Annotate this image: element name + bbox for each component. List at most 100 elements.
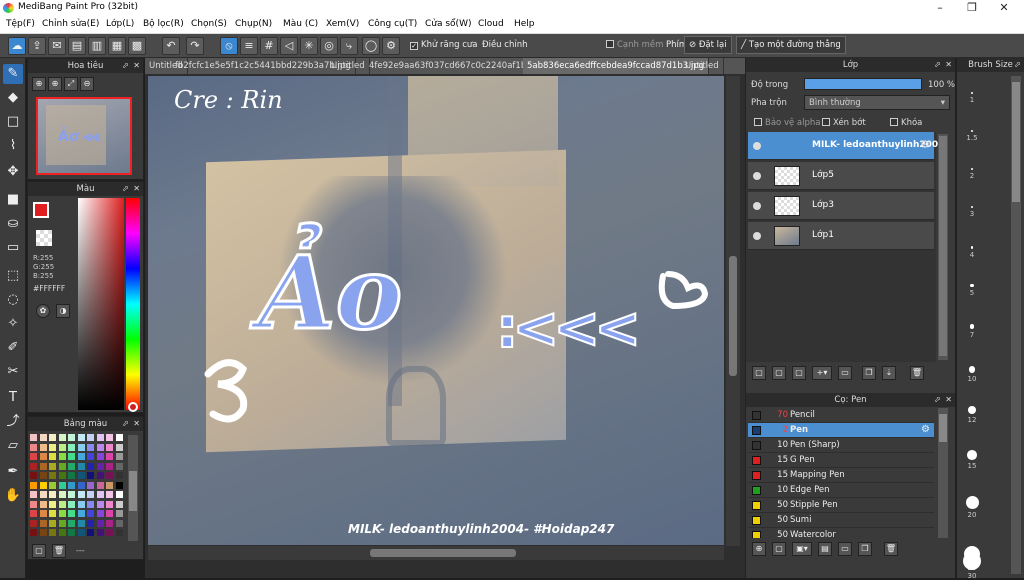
share-icon[interactable]: ⇪ bbox=[28, 37, 46, 55]
palette-add-icon[interactable]: ▢ bbox=[32, 544, 46, 558]
brush-row-g-pen[interactable]: 15 G Pen bbox=[748, 453, 934, 468]
snap-grid-icon[interactable]: # bbox=[260, 37, 278, 55]
brush-size-dot[interactable] bbox=[965, 496, 979, 509]
navigator-thumbnail[interactable]: Ảơ ⪡⪡ bbox=[36, 97, 132, 175]
palette-swatch[interactable] bbox=[58, 510, 66, 517]
brush-row-watercolor[interactable]: 50 Watercolor bbox=[748, 528, 934, 538]
brush-duplicate-icon[interactable]: ❐ bbox=[858, 542, 872, 556]
menu-color[interactable]: Màu (C) bbox=[283, 19, 318, 29]
palette-swatch[interactable] bbox=[68, 481, 75, 489]
palette-swatch[interactable] bbox=[77, 453, 85, 460]
palette-swatch[interactable] bbox=[87, 519, 94, 527]
palette-swatch[interactable] bbox=[106, 519, 113, 527]
palette-swatch[interactable] bbox=[58, 443, 66, 451]
palette-swatch[interactable] bbox=[96, 453, 104, 460]
lasso-tool-icon[interactable]: ◌ bbox=[3, 290, 23, 310]
zoom-in-icon[interactable]: ⊕ bbox=[32, 77, 46, 91]
palette-swatch[interactable] bbox=[58, 453, 66, 460]
palette-swatch[interactable] bbox=[49, 453, 56, 460]
palette-swatch[interactable] bbox=[30, 462, 37, 470]
clipping-checkbox[interactable]: Xén bớt bbox=[822, 118, 866, 128]
palette-swatch[interactable] bbox=[30, 510, 37, 517]
select-eraser-icon[interactable]: ✂ bbox=[3, 362, 23, 382]
palette-swatch[interactable] bbox=[77, 434, 85, 441]
minimize-icon[interactable]: – bbox=[924, 0, 956, 16]
palette-swatch[interactable] bbox=[39, 453, 47, 460]
menu-window[interactable]: Cửa sổ(W) bbox=[425, 19, 471, 29]
brush-size-dot[interactable] bbox=[970, 246, 974, 249]
palette-swatch[interactable] bbox=[115, 453, 123, 460]
layer-row-milk[interactable]: MILK- ledoanthuylinh2004- ⚙ bbox=[748, 132, 948, 160]
palette-swatch[interactable] bbox=[68, 472, 75, 479]
tab-untitled-2[interactable]: Untitled bbox=[327, 58, 370, 74]
blur-tool-icon[interactable]: ⌇ bbox=[3, 136, 23, 156]
folder-icon[interactable]: ▭ bbox=[838, 366, 852, 380]
palette-swatch[interactable] bbox=[115, 519, 123, 527]
palette-swatch[interactable] bbox=[106, 491, 113, 498]
brush-size-dot[interactable] bbox=[963, 552, 981, 570]
visibility-eye-icon[interactable] bbox=[753, 232, 761, 240]
new-layer-alt-icon[interactable]: ▢ bbox=[772, 366, 786, 380]
brush-row-pen[interactable]: 2 Pen ⚙ bbox=[748, 423, 934, 438]
palette-swatch[interactable] bbox=[115, 434, 123, 441]
palette-swatch[interactable] bbox=[30, 434, 37, 441]
eyedropper-icon[interactable]: ✒ bbox=[3, 462, 23, 482]
snap-ellipse-icon[interactable]: ◯ bbox=[362, 37, 380, 55]
comment-icon[interactable]: ✉ bbox=[48, 37, 66, 55]
snap-radial-icon[interactable]: ✳ bbox=[300, 37, 318, 55]
palette-swatch[interactable] bbox=[96, 434, 104, 441]
brush-import-icon[interactable]: ▤ bbox=[818, 542, 832, 556]
menu-file[interactable]: Tệp(F) bbox=[6, 19, 35, 29]
palette-swatch[interactable] bbox=[87, 434, 94, 441]
brush-row-sumi[interactable]: 50 Sumi bbox=[748, 513, 934, 528]
soft-edge-checkbox[interactable]: Cạnh mềm bbox=[606, 40, 663, 50]
palette-swatch[interactable] bbox=[49, 491, 56, 498]
palette-swatch[interactable] bbox=[106, 472, 113, 479]
delete-layer-icon[interactable]: 🗑 bbox=[910, 366, 924, 380]
snap-curve-icon[interactable]: ⤷ bbox=[340, 37, 358, 55]
palette-swatch[interactable] bbox=[30, 500, 37, 508]
palette-swatch[interactable] bbox=[58, 500, 66, 508]
visibility-eye-icon[interactable] bbox=[753, 142, 761, 150]
add-brush-icon[interactable]: ⊕ bbox=[752, 542, 766, 556]
palette-swatch[interactable] bbox=[39, 481, 47, 489]
color-wheel-icon[interactable]: ✿ bbox=[36, 304, 50, 318]
add-layer-dropdown-icon[interactable]: +▾ bbox=[812, 366, 832, 380]
tab-untitled-3[interactable]: Untitled bbox=[681, 58, 724, 74]
palette-swatch[interactable] bbox=[96, 519, 104, 527]
palette-swatch[interactable] bbox=[30, 519, 37, 527]
operation-tool-icon[interactable]: ⤴ bbox=[3, 412, 23, 432]
page-icon[interactable]: ▥ bbox=[88, 37, 106, 55]
zoom-in-alt-icon[interactable]: ⊕ bbox=[48, 77, 62, 91]
palette-swatch[interactable] bbox=[30, 453, 37, 460]
menu-view[interactable]: Xem(V) bbox=[326, 19, 359, 29]
palette-swatch[interactable] bbox=[106, 529, 113, 536]
hue-handle[interactable] bbox=[128, 402, 138, 412]
palette-swatch[interactable] bbox=[58, 491, 66, 498]
canvas-horizontal-scrollbar[interactable] bbox=[148, 546, 724, 560]
palette-swatch[interactable] bbox=[87, 453, 94, 460]
brush-size-dot[interactable] bbox=[969, 324, 975, 329]
palette-swatch[interactable] bbox=[115, 481, 123, 489]
palette-swatch[interactable] bbox=[87, 510, 94, 517]
eraser-tool-icon[interactable]: ◆ bbox=[3, 88, 23, 108]
lock-checkbox[interactable]: Khóa bbox=[890, 118, 922, 128]
select-pen-icon[interactable]: ✐ bbox=[3, 338, 23, 358]
snap-off-icon[interactable]: ⦸ bbox=[220, 37, 238, 55]
shape-fill-icon[interactable]: ■ bbox=[3, 190, 23, 210]
palette-swatch[interactable] bbox=[39, 434, 47, 441]
snap-circle-icon[interactable]: ◎ bbox=[320, 37, 338, 55]
tiles-icon[interactable]: ▩ bbox=[128, 37, 146, 55]
antialias-checkbox[interactable]: ✓ Khử răng cưa bbox=[410, 40, 478, 50]
palette-swatch[interactable] bbox=[39, 462, 47, 470]
hand-tool-icon[interactable]: ✋ bbox=[3, 486, 23, 506]
snap-perspective-icon[interactable]: ◁ bbox=[280, 37, 298, 55]
palette-swatch[interactable] bbox=[30, 491, 37, 498]
palette-swatch[interactable] bbox=[49, 443, 56, 451]
palette-swatch[interactable] bbox=[68, 491, 75, 498]
layer-settings-gear-icon[interactable]: ⚙ bbox=[920, 138, 930, 151]
palette-swatch[interactable] bbox=[39, 491, 47, 498]
visibility-eye-icon[interactable] bbox=[753, 202, 761, 210]
palette-swatch[interactable] bbox=[87, 472, 94, 479]
palette-swatch[interactable] bbox=[106, 481, 113, 489]
